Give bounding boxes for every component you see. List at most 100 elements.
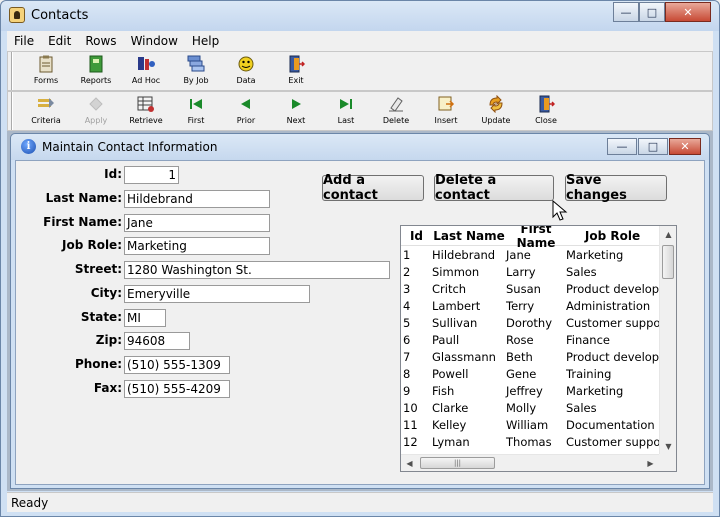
close-toolbar-button[interactable]: Close (521, 92, 571, 130)
close-button[interactable]: ✕ (665, 2, 711, 22)
menu-help[interactable]: Help (185, 34, 226, 48)
add-contact-button[interactable]: Add a contact (322, 173, 424, 203)
cell-job-role: Product developme (566, 349, 659, 364)
scroll-up-icon[interactable]: ▲ (660, 226, 676, 243)
child-maximize-button[interactable]: □ (638, 138, 668, 155)
apply-button[interactable]: Apply (71, 92, 121, 130)
job-role-field[interactable]: Marketing (124, 237, 270, 255)
retrieve-button[interactable]: Retrieve (121, 92, 171, 130)
delete-contact-button[interactable]: Delete a contact (434, 173, 554, 203)
table-row[interactable]: 11 Kelley William Documentation (401, 416, 659, 433)
prior-button[interactable]: Prior (221, 92, 271, 130)
last-name-field[interactable]: Hildebrand (124, 190, 270, 208)
menu-bar: File Edit Rows Window Help (7, 31, 713, 51)
save-changes-button[interactable]: Save changes (565, 173, 667, 203)
header-last-name[interactable]: Last Name (432, 229, 506, 243)
table-row[interactable]: 12 Lyman Thomas Customer support (401, 433, 659, 450)
toolbar-grip[interactable] (11, 92, 19, 130)
adhoc-button[interactable]: Ad Hoc (121, 52, 171, 90)
cell-first-name: Jane (506, 247, 531, 262)
toolbar-grip[interactable] (11, 52, 19, 90)
street-field[interactable]: 1280 Washington St. (124, 261, 390, 279)
child-title-bar: i Maintain Contact Information — □ ✕ (11, 134, 709, 160)
cell-job-role: Marketing (566, 247, 624, 262)
delete-button[interactable]: Delete (371, 92, 421, 130)
window-title: Contacts (31, 8, 89, 23)
table-row[interactable]: 2 Simmon Larry Sales (401, 263, 659, 280)
cell-id: 7 (403, 349, 411, 364)
grid-horizontal-scrollbar[interactable]: ◀ ||| ▶ (401, 454, 659, 471)
maximize-button[interactable]: □ (639, 2, 665, 22)
first-button[interactable]: First (171, 92, 221, 130)
contacts-grid[interactable]: Id Last Name First Name Job Role 1 Hildeb… (400, 225, 677, 472)
scroll-down-icon[interactable]: ▼ (660, 438, 676, 455)
table-row[interactable]: 8 Powell Gene Training (401, 365, 659, 382)
zip-field[interactable]: 94608 (124, 332, 190, 350)
exit-icon (287, 55, 305, 73)
criteria-button[interactable]: Criteria (21, 92, 71, 130)
grid-vertical-scrollbar[interactable]: ▲ ▼ (659, 226, 676, 455)
criteria-label: Criteria (31, 116, 61, 125)
first-icon (187, 95, 205, 113)
reports-button[interactable]: Reports (71, 52, 121, 90)
phone-field[interactable]: (510) 555-1309 (124, 356, 230, 374)
data-label: Data (236, 76, 256, 85)
table-row[interactable]: 1 Hildebrand Jane Marketing (401, 246, 659, 263)
scrollbar-corner (659, 454, 676, 471)
forms-label: Forms (33, 76, 59, 85)
child-window-title: Maintain Contact Information (42, 140, 218, 154)
table-row[interactable]: 9 Fish Jeffrey Marketing (401, 382, 659, 399)
exit-button[interactable]: Exit (271, 52, 321, 90)
table-row[interactable]: 7 Glassmann Beth Product developme (401, 348, 659, 365)
menu-edit[interactable]: Edit (41, 34, 78, 48)
child-minimize-button[interactable]: — (607, 138, 637, 155)
table-row[interactable]: 10 Clarke Molly Sales (401, 399, 659, 416)
update-label: Update (481, 116, 511, 125)
header-job-role[interactable]: Job Role (566, 229, 659, 243)
last-button[interactable]: Last (321, 92, 371, 130)
scroll-left-icon[interactable]: ◀ (401, 455, 418, 471)
cell-job-role: Finance (566, 332, 610, 347)
menu-window[interactable]: Window (124, 34, 185, 48)
state-field[interactable]: MI (124, 309, 166, 327)
menu-rows[interactable]: Rows (78, 34, 123, 48)
table-row[interactable]: 3 Critch Susan Product developme (401, 280, 659, 297)
prior-icon (237, 95, 255, 113)
id-field[interactable]: 1 (124, 166, 179, 184)
header-id[interactable]: Id (401, 229, 432, 243)
forms-icon (37, 55, 55, 73)
reports-label: Reports (80, 76, 112, 85)
street-label: Street: (74, 262, 122, 276)
cell-last-name: Powell (432, 366, 469, 381)
cell-first-name: Jeffrey (506, 383, 543, 398)
cell-first-name: William (506, 417, 549, 432)
table-row[interactable]: 5 Sullivan Dorothy Customer support (401, 314, 659, 331)
update-icon (487, 95, 505, 113)
vertical-scroll-thumb[interactable] (662, 245, 674, 279)
table-row[interactable]: 6 Paull Rose Finance (401, 331, 659, 348)
minimize-button[interactable]: — (613, 2, 639, 22)
fax-label: Fax: (93, 381, 122, 395)
horizontal-scroll-thumb[interactable]: ||| (420, 457, 495, 469)
insert-button[interactable]: Insert (421, 92, 471, 130)
table-row[interactable]: 4 Lambert Terry Administration (401, 297, 659, 314)
cell-last-name: Clarke (432, 400, 469, 415)
next-button[interactable]: Next (271, 92, 321, 130)
cell-job-role: Marketing (566, 383, 624, 398)
update-button[interactable]: Update (471, 92, 521, 130)
city-field[interactable]: Emeryville (124, 285, 310, 303)
cell-last-name: Hildebrand (432, 247, 496, 262)
fax-field[interactable]: (510) 555-4209 (124, 380, 230, 398)
zip-label: Zip: (95, 333, 122, 347)
delete-label: Delete (382, 116, 410, 125)
menu-file[interactable]: File (7, 34, 41, 48)
data-button[interactable]: Data (221, 52, 271, 90)
cell-first-name: Larry (506, 264, 536, 279)
scroll-right-icon[interactable]: ▶ (642, 455, 659, 471)
child-close-button[interactable]: ✕ (669, 138, 701, 155)
first-name-field[interactable]: Jane (124, 214, 270, 232)
forms-button[interactable]: Forms (21, 52, 71, 90)
exit-label: Exit (288, 76, 304, 85)
main-window: Contacts — □ ✕ File Edit Rows Window Hel… (0, 0, 720, 517)
byjob-button[interactable]: By Job (171, 52, 221, 90)
